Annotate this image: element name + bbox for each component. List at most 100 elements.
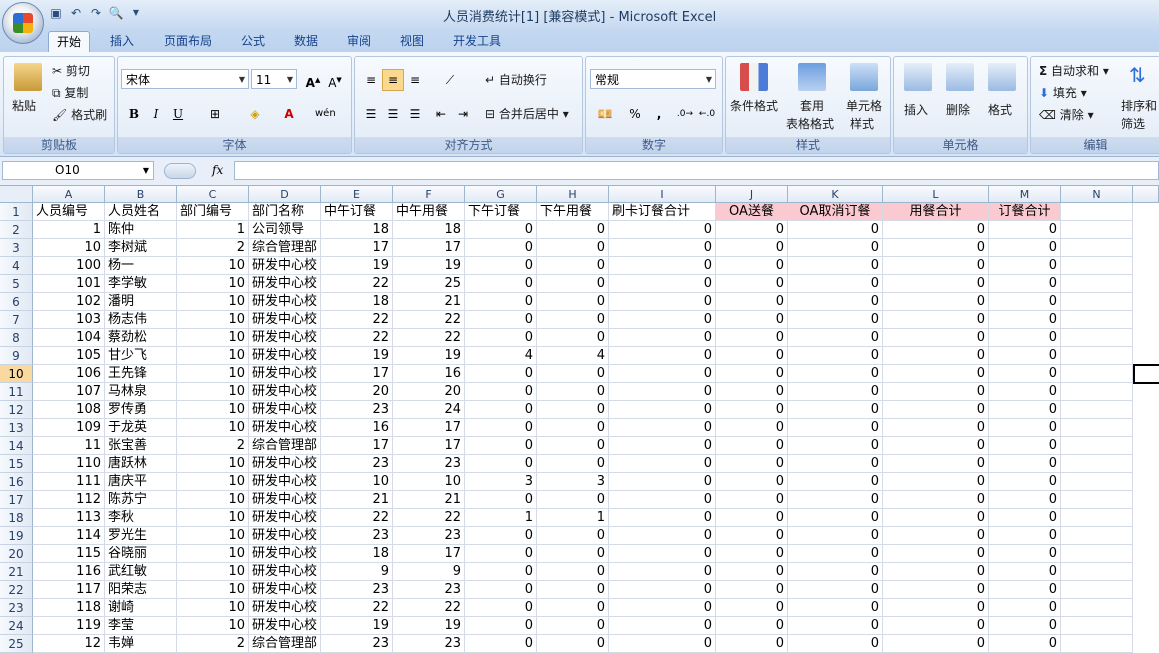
cell-K-row[interactable]: 0 <box>788 509 883 527</box>
cell-J-row[interactable]: 0 <box>716 473 788 491</box>
cell-G-row[interactable]: 0 <box>465 311 537 329</box>
header-cell-H[interactable]: 下午用餐 <box>537 203 609 221</box>
row-header[interactable]: 7 <box>0 311 33 329</box>
cell-D-row[interactable]: 研发中心校 <box>249 275 321 293</box>
cell-C-row[interactable]: 10 <box>177 311 249 329</box>
cell-G-row[interactable]: 0 <box>465 581 537 599</box>
cell-E-row[interactable]: 23 <box>321 581 393 599</box>
empty-cell[interactable] <box>1061 419 1133 437</box>
cell-A-row[interactable]: 104 <box>33 329 105 347</box>
cell-J-row[interactable]: 0 <box>716 455 788 473</box>
cell-B-row[interactable]: 武红敏 <box>105 563 177 581</box>
cell-H-row[interactable]: 0 <box>537 365 609 383</box>
delete-cells-button[interactable]: 删除 <box>946 101 970 118</box>
header-cell-A[interactable]: 人员编号 <box>33 203 105 221</box>
column-header-B[interactable]: B <box>105 186 177 203</box>
cell-C-row[interactable]: 10 <box>177 599 249 617</box>
row-header[interactable]: 8 <box>0 329 33 347</box>
cell-L-row[interactable]: 0 <box>883 599 989 617</box>
cell-A-row[interactable]: 119 <box>33 617 105 635</box>
cell-D-row[interactable]: 研发中心校 <box>249 563 321 581</box>
empty-cell[interactable] <box>1061 203 1133 221</box>
cell-E-row[interactable]: 23 <box>321 455 393 473</box>
number-format-select[interactable]: 常规 ▼ <box>590 69 716 89</box>
cell-F-row[interactable]: 25 <box>393 275 465 293</box>
cell-D-row[interactable]: 研发中心校 <box>249 599 321 617</box>
cell-J-row[interactable]: 0 <box>716 599 788 617</box>
header-cell-D[interactable]: 部门名称 <box>249 203 321 221</box>
cell-L-row[interactable]: 0 <box>883 455 989 473</box>
cell-A-row[interactable]: 116 <box>33 563 105 581</box>
empty-cell[interactable] <box>1061 635 1133 653</box>
cell-F-row[interactable]: 17 <box>393 545 465 563</box>
empty-cell[interactable] <box>1061 527 1133 545</box>
cell-D-row[interactable]: 研发中心校 <box>249 581 321 599</box>
cell-H-row[interactable]: 0 <box>537 293 609 311</box>
cell-K-row[interactable]: 0 <box>788 617 883 635</box>
cell-I-row[interactable]: 0 <box>609 455 716 473</box>
cell-F-row[interactable]: 19 <box>393 257 465 275</box>
cell-G-row[interactable]: 0 <box>465 365 537 383</box>
cell-K-row[interactable]: 0 <box>788 293 883 311</box>
empty-cell[interactable] <box>1061 221 1133 239</box>
cell-J-row[interactable]: 0 <box>716 581 788 599</box>
cell-L-row[interactable]: 0 <box>883 275 989 293</box>
cell-D-row[interactable]: 综合管理部 <box>249 239 321 257</box>
cell-J-row[interactable]: 0 <box>716 239 788 257</box>
header-cell-I[interactable]: 刷卡订餐合计 <box>609 203 716 221</box>
cell-H-row[interactable]: 0 <box>537 401 609 419</box>
empty-cell[interactable] <box>1061 347 1133 365</box>
row-header[interactable]: 24 <box>0 617 33 635</box>
cell-H-row[interactable]: 0 <box>537 617 609 635</box>
cell-J-row[interactable]: 0 <box>716 509 788 527</box>
empty-cell[interactable] <box>1061 275 1133 293</box>
cell-K-row[interactable]: 0 <box>788 383 883 401</box>
cell-L-row[interactable]: 0 <box>883 401 989 419</box>
cell-A-row[interactable]: 106 <box>33 365 105 383</box>
cell-B-row[interactable]: 陈苏宁 <box>105 491 177 509</box>
cell-L-row[interactable]: 0 <box>883 365 989 383</box>
cell-F-row[interactable]: 19 <box>393 617 465 635</box>
cell-C-row[interactable]: 10 <box>177 383 249 401</box>
cell-F-row[interactable]: 17 <box>393 437 465 455</box>
cell-I-row[interactable]: 0 <box>609 257 716 275</box>
cell-M-row[interactable]: 0 <box>989 419 1061 437</box>
cell-G-row[interactable]: 0 <box>465 527 537 545</box>
cell-J-row[interactable]: 0 <box>716 419 788 437</box>
cell-K-row[interactable]: 0 <box>788 275 883 293</box>
cell-L-row[interactable]: 0 <box>883 527 989 545</box>
cell-J-row[interactable]: 0 <box>716 563 788 581</box>
cell-G-row[interactable]: 0 <box>465 455 537 473</box>
currency-icon[interactable]: 💴 <box>590 103 620 125</box>
cell-C-row[interactable]: 10 <box>177 329 249 347</box>
row-header[interactable]: 22 <box>0 581 33 599</box>
column-header-K[interactable]: K <box>788 186 883 203</box>
cell-K-row[interactable]: 0 <box>788 401 883 419</box>
cell-A-row[interactable]: 100 <box>33 257 105 275</box>
cell-I-row[interactable]: 0 <box>609 545 716 563</box>
row-header[interactable]: 1 <box>0 203 33 221</box>
cell-E-row[interactable]: 16 <box>321 419 393 437</box>
merge-center-button[interactable]: ⊟ 合并后居中 ▾ <box>485 105 569 122</box>
row-header[interactable]: 25 <box>0 635 33 653</box>
tab-developer[interactable]: 开发工具 <box>445 31 509 52</box>
cell-A-row[interactable]: 107 <box>33 383 105 401</box>
cell-L-row[interactable]: 0 <box>883 491 989 509</box>
cell-F-row[interactable]: 22 <box>393 329 465 347</box>
empty-cell[interactable] <box>1061 329 1133 347</box>
cell-M-row[interactable]: 0 <box>989 383 1061 401</box>
font-name-select[interactable]: 宋体 ▼ <box>121 69 249 89</box>
header-cell-C[interactable]: 部门编号 <box>177 203 249 221</box>
cell-L-row[interactable]: 0 <box>883 221 989 239</box>
cell-J-row[interactable]: 0 <box>716 635 788 653</box>
header-cell-L[interactable]: 用餐合计 <box>883 203 989 221</box>
cell-F-row[interactable]: 24 <box>393 401 465 419</box>
cell-C-row[interactable]: 10 <box>177 365 249 383</box>
cell-B-row[interactable]: 唐跃林 <box>105 455 177 473</box>
format-cells-button[interactable]: 格式 <box>988 101 1012 118</box>
cell-D-row[interactable]: 研发中心校 <box>249 365 321 383</box>
cell-A-row[interactable]: 113 <box>33 509 105 527</box>
cell-H-row[interactable]: 0 <box>537 311 609 329</box>
cell-C-row[interactable]: 10 <box>177 617 249 635</box>
empty-cell[interactable] <box>1061 617 1133 635</box>
